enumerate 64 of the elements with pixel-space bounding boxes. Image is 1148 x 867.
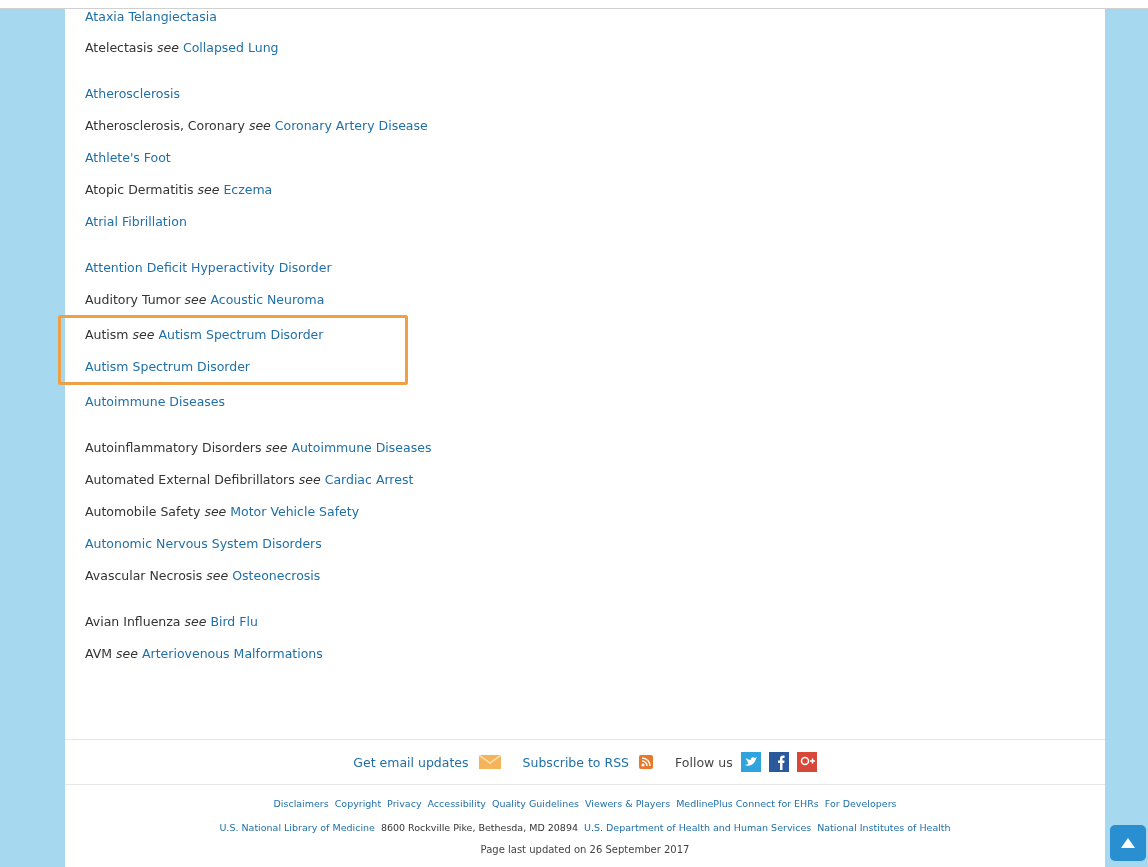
footer-link[interactable]: Copyright [334,797,382,809]
footer-link[interactable]: Privacy [387,797,422,809]
topic-link[interactable]: Ataxia Telangiectasia [85,9,217,24]
see-link[interactable]: Acoustic Neuroma [210,291,325,307]
topic-term: Auditory Tumor [85,291,181,307]
see-label: see [298,471,321,487]
email-updates-link[interactable]: Get email updates [353,754,469,770]
see-link[interactable]: Collapsed Lung [182,39,279,55]
google-plus-icon[interactable] [796,752,817,772]
agency-link[interactable]: U.S. National Library of Medicine [219,821,375,833]
topic-term: Autoinflammatory Disorders [85,439,262,455]
see-label: see [116,645,138,661]
see-link[interactable]: Arteriovenous Malformations [142,645,323,661]
see-label: see [206,567,229,583]
see-label: see [248,117,271,133]
topic-term: Avascular Necrosis [85,567,203,583]
see-label: see [265,439,288,455]
see-label: see [132,326,155,342]
last-updated-text: Page last updated on 26 September 2017 [479,843,691,857]
see-link[interactable]: Bird Flu [210,613,258,629]
topic-link[interactable]: Attention Deficit Hyperactivity Disorder [85,259,332,275]
see-link[interactable]: Cardiac Arrest [324,471,414,487]
bird-icon[interactable] [740,752,761,772]
topic-link[interactable]: Autoimmune Diseases [85,393,226,409]
topic-term: AVM [85,645,113,661]
footer-link[interactable]: Disclaimers [273,797,329,809]
topic-term: Automated External Defibrillators [85,471,295,487]
footer-link[interactable]: For Developers [824,797,897,809]
rss-icon[interactable] [639,755,654,769]
back-to-top-button[interactable] [1110,825,1146,861]
topic-link[interactable]: Atrial Fibrillation [85,213,187,229]
footer-link[interactable]: Viewers & Players [584,797,671,809]
see-link[interactable]: Osteonecrosis [232,567,321,583]
see-link[interactable]: Autism Spectrum Disorder [158,326,324,342]
topic-term: Atherosclerosis, Coronary [85,117,245,133]
follow-us-label: Follow us [675,754,733,770]
up-triangle-icon [1120,837,1136,849]
rss-link[interactable]: Subscribe to RSS [522,754,630,770]
see-link[interactable]: Motor Vehicle Safety [230,503,360,519]
see-label: see [184,613,207,629]
facebook-icon[interactable] [768,752,789,772]
see-label: see [197,181,220,197]
see-label: see [184,291,207,307]
topic-link[interactable]: Autonomic Nervous System Disorders [85,535,322,551]
topic-term: Automobile Safety [85,503,201,519]
topic-link[interactable]: Atherosclerosis [85,85,180,101]
see-label: see [204,503,227,519]
topic-link[interactable]: Autism Spectrum Disorder [85,358,250,374]
topic-link[interactable]: Athlete's Foot [85,149,171,165]
see-label: see [157,39,179,55]
see-link[interactable]: Eczema [223,181,273,197]
footer-link[interactable]: Quality Guidelines [492,797,579,809]
agency-link[interactable]: National Institutes of Health [817,821,951,833]
see-link[interactable]: Autoimmune Diseases [291,439,432,455]
topic-term: Atelectasis [85,39,154,55]
topic-term: Autism [85,326,129,342]
topic-term: Atopic Dermatitis [85,181,194,197]
footer-link[interactable]: MedlinePlus Connect for EHRs [676,797,819,809]
agency-link[interactable]: U.S. Department of Health and Human Services [584,821,812,833]
footer-link[interactable]: Accessibility [427,797,486,809]
see-link[interactable]: Coronary Artery Disease [274,117,428,133]
address-text: 8600 Rockville Pike, Bethesda, MD 20894 [380,821,578,833]
topic-term: Avian Influenza [85,613,181,629]
envelope-icon[interactable] [478,755,501,769]
